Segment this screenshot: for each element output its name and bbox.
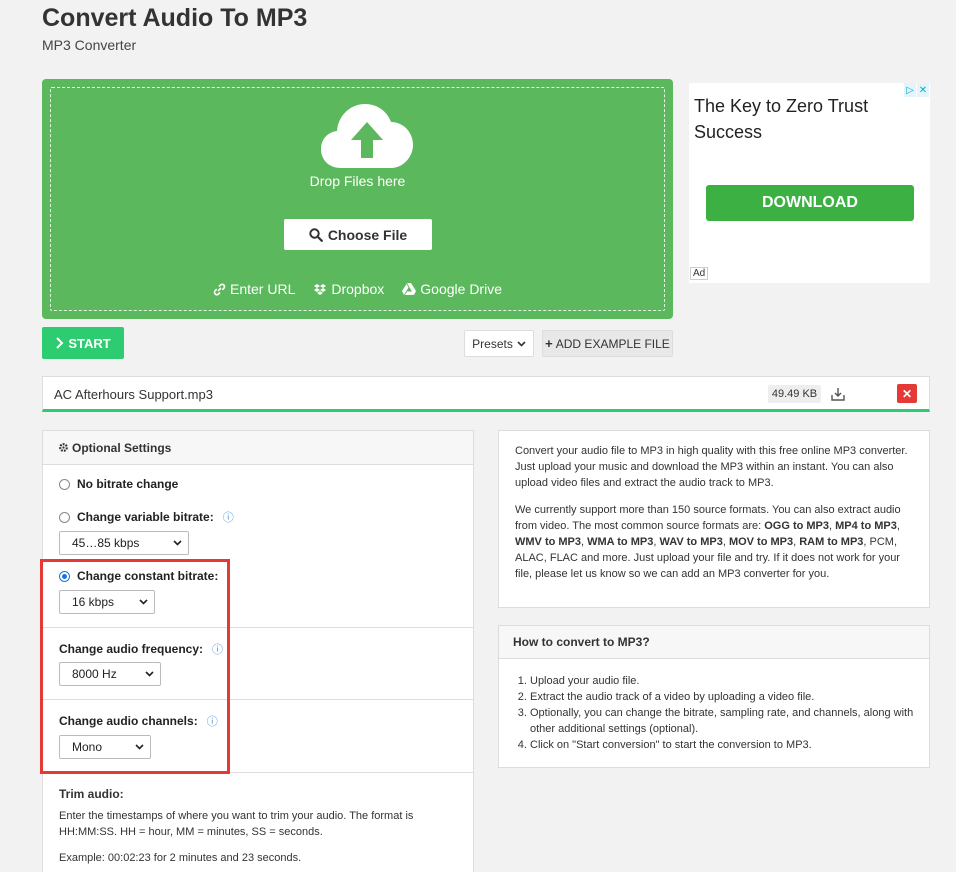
ad-download-button[interactable]: DOWNLOAD <box>706 185 914 221</box>
enter-url-label: Enter URL <box>230 281 296 297</box>
variable-bitrate-radio[interactable] <box>59 511 70 523</box>
format-link[interactable]: RAM to MP3 <box>799 536 863 548</box>
settings-header: Optional Settings <box>43 431 473 465</box>
file-size-badge: 49.49 KB <box>768 385 821 403</box>
variable-bitrate-label: Change variable bitrate: <box>77 510 214 524</box>
enter-url-link[interactable]: Enter URL <box>213 281 295 297</box>
info-icon[interactable]: ⓘ <box>223 509 234 525</box>
presets-label: Presets <box>472 336 513 351</box>
upload-sources: Enter URL Dropbox Google Drive <box>51 281 664 297</box>
howto-panel: How to convert to MP3? Upload your audio… <box>498 625 930 768</box>
settings-heading: Optional Settings <box>72 440 172 455</box>
google-drive-link[interactable]: Google Drive <box>402 281 502 297</box>
highlight-box <box>40 559 230 774</box>
choose-file-button[interactable]: Choose File <box>284 219 432 250</box>
chevron-down-icon <box>173 540 182 546</box>
description-paragraph: Convert your audio file to MP3 in high q… <box>515 445 908 489</box>
cloud-upload-icon <box>321 104 413 168</box>
format-link[interactable]: WAV to MP3 <box>659 536 722 548</box>
presets-dropdown[interactable]: Presets <box>464 330 534 357</box>
format-link[interactable]: WMA to MP3 <box>587 536 653 548</box>
google-drive-icon <box>402 283 417 295</box>
plus-icon: + <box>545 336 553 351</box>
trim-example: Example: 00:02:23 for 2 minutes and 23 s… <box>59 852 302 864</box>
variable-bitrate-select[interactable]: 45…85 kbps <box>59 531 189 555</box>
page-title: Convert Audio To MP3 <box>42 4 308 32</box>
howto-step: Upload your audio file. <box>530 673 915 689</box>
file-dropzone[interactable]: Drop Files here Choose File Enter URL Dr… <box>42 79 673 319</box>
ad-tag: Ad <box>690 267 709 280</box>
chevron-right-icon <box>56 337 64 349</box>
gear-icon <box>59 443 68 452</box>
close-icon: ✕ <box>901 386 913 401</box>
trim-heading: Trim audio: <box>59 787 124 801</box>
format-link[interactable]: WMV to MP3 <box>515 536 581 548</box>
drop-files-text: Drop Files here <box>309 173 406 189</box>
howto-steps: Upload your audio file. Extract the audi… <box>499 659 929 753</box>
no-bitrate-label: No bitrate change <box>77 477 179 491</box>
description-formats-paragraph: We currently support more than 150 sourc… <box>515 504 901 580</box>
variable-bitrate-value: 45…85 kbps <box>72 536 140 550</box>
add-example-file-button[interactable]: + ADD EXAMPLE FILE <box>542 330 673 357</box>
variable-bitrate-option[interactable]: Change variable bitrate: ⓘ <box>59 509 234 525</box>
file-row: AC Afterhours Support.mp3 49.49 KB ✕ <box>42 376 930 412</box>
delete-file-button[interactable]: ✕ <box>897 384 917 403</box>
howto-step: Extract the audio track of a video by up… <box>530 689 915 705</box>
choose-file-label: Choose File <box>327 226 408 243</box>
add-example-label: ADD EXAMPLE FILE <box>555 336 670 351</box>
description-panel: Convert your audio file to MP3 in high q… <box>498 430 930 608</box>
search-icon <box>309 227 323 242</box>
format-link[interactable]: MP4 to MP3 <box>835 520 897 532</box>
chevron-down-icon <box>517 340 526 347</box>
download-tray-icon[interactable] <box>830 386 846 402</box>
start-button[interactable]: START <box>42 327 124 359</box>
howto-step: Click on "Start conversion" to start the… <box>530 737 915 753</box>
dropbox-label: Dropbox <box>331 281 385 297</box>
google-drive-label: Google Drive <box>420 281 502 297</box>
file-name: AC Afterhours Support.mp3 <box>54 387 213 402</box>
no-bitrate-radio[interactable] <box>59 478 70 490</box>
trim-description: Enter the timestamps of where you want t… <box>59 810 414 838</box>
dropbox-icon <box>314 283 327 295</box>
no-bitrate-option[interactable]: No bitrate change <box>59 477 178 491</box>
format-link[interactable]: MOV to MP3 <box>729 536 793 548</box>
howto-heading: How to convert to MP3? <box>499 626 929 659</box>
start-label: START <box>68 335 111 351</box>
page-subtitle: MP3 Converter <box>42 37 137 53</box>
howto-step: Optionally, you can change the bitrate, … <box>530 705 915 737</box>
link-icon <box>213 283 226 295</box>
dropzone-border: Drop Files here Choose File Enter URL Dr… <box>50 87 665 311</box>
format-link[interactable]: OGG to MP3 <box>764 520 829 532</box>
ad-title: The Key to Zero Trust Success <box>694 96 869 142</box>
dropbox-link[interactable]: Dropbox <box>313 281 384 297</box>
advertisement[interactable]: ▷ ✕ The Key to Zero Trust Success DOWNLO… <box>689 83 930 283</box>
